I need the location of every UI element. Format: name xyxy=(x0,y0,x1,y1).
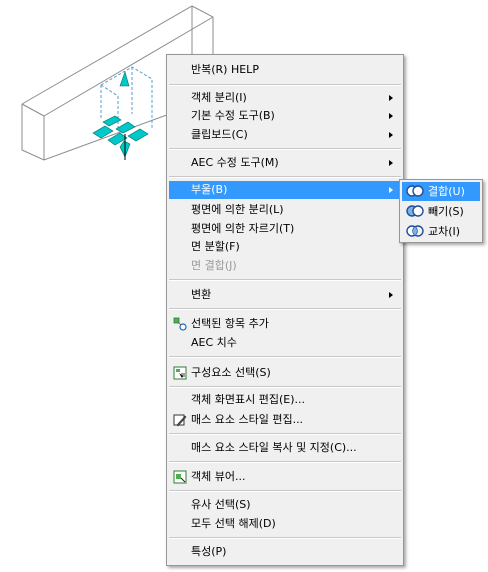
menu-item-deselect-all[interactable]: 모두 선택 해제(D) xyxy=(169,515,401,533)
menu-item-select-component[interactable]: 구성요소 선택(S) xyxy=(169,364,401,382)
submenu-item-intersect[interactable]: 교차(I) xyxy=(402,222,480,241)
menu-item-label: 반복(R) HELP xyxy=(191,63,259,76)
menu-item-edit-object-display[interactable]: 객체 화면표시 편집(E)... xyxy=(169,391,401,409)
menu-item-object-viewer[interactable]: 객체 뷰어... xyxy=(169,468,401,486)
menu-separator xyxy=(169,490,401,492)
submenu-arrow-icon xyxy=(389,187,393,193)
menu-item-join-faces: 면 결합(J) xyxy=(169,257,401,275)
menu-item-aec-dimension[interactable]: AEC 치수 xyxy=(169,334,401,352)
menu-item-boolean[interactable]: 부울(B) xyxy=(169,181,401,199)
menu-item-label: 면 결합(J) xyxy=(191,259,237,272)
menu-item-label: AEC 수정 도구(M) xyxy=(191,156,279,169)
menu-separator xyxy=(169,176,401,178)
object-viewer-icon xyxy=(173,470,187,484)
menu-separator xyxy=(169,461,401,463)
submenu-item-label: 교차(I) xyxy=(428,225,461,238)
submenu-item-union[interactable]: 결합(U) xyxy=(402,182,480,201)
menu-separator xyxy=(169,356,401,358)
menu-separator xyxy=(169,279,401,281)
submenu-arrow-icon xyxy=(389,292,393,298)
menu-item-object-separate[interactable]: 객체 분리(I) xyxy=(169,89,401,107)
menu-item-label: 특성(P) xyxy=(191,545,227,558)
menu-item-label: 평면에 의한 분리(L) xyxy=(191,203,284,216)
submenu-arrow-icon xyxy=(389,160,393,166)
menu-separator xyxy=(169,386,401,388)
menu-separator xyxy=(169,433,401,435)
menu-item-label: 기본 수정 도구(B) xyxy=(191,109,275,122)
menu-item-properties[interactable]: 특성(P) xyxy=(169,543,401,561)
intersect-icon xyxy=(406,225,424,237)
menu-item-aec-modify-tools[interactable]: AEC 수정 도구(M) xyxy=(169,154,401,172)
menu-item-copy-assign-style[interactable]: 매스 요소 스타일 복사 및 지정(C)... xyxy=(169,439,401,457)
menu-item-add-selected[interactable]: 선택된 항목 추가 xyxy=(169,315,401,333)
menu-item-split-face[interactable]: 면 분할(F) xyxy=(169,238,401,256)
menu-item-trim-by-plane[interactable]: 평면에 의한 자르기(T) xyxy=(169,220,401,238)
menu-item-label: 매스 요소 스타일 편집... xyxy=(191,413,304,426)
menu-item-label: AEC 치수 xyxy=(191,336,237,349)
menu-item-basic-modify-tools[interactable]: 기본 수정 도구(B) xyxy=(169,107,401,125)
menu-separator xyxy=(169,537,401,539)
menu-item-label: 객체 분리(I) xyxy=(191,91,247,104)
submenu-arrow-icon xyxy=(389,132,393,138)
submenu-item-label: 결합(U) xyxy=(428,185,465,198)
context-menu: 반복(R) HELP 객체 분리(I) 기본 수정 도구(B) 클립보드(C) … xyxy=(166,54,404,566)
menu-item-convert[interactable]: 변환 xyxy=(169,286,401,304)
menu-item-label: 평면에 의한 자르기(T) xyxy=(191,222,295,235)
submenu-arrow-icon xyxy=(389,95,393,101)
menu-item-label: 유사 선택(S) xyxy=(191,498,251,511)
menu-separator xyxy=(169,148,401,150)
add-selected-icon xyxy=(173,317,187,331)
submenu-item-subtract[interactable]: 빼기(S) xyxy=(402,202,480,221)
union-icon xyxy=(406,185,424,197)
select-component-icon xyxy=(173,366,187,380)
menu-item-label: 모두 선택 해제(D) xyxy=(191,517,276,530)
menu-item-label: 선택된 항목 추가 xyxy=(191,317,269,330)
menu-item-repeat[interactable]: 반복(R) HELP xyxy=(169,61,401,79)
subtract-icon xyxy=(406,205,424,217)
edit-style-icon xyxy=(173,414,187,427)
menu-item-label: 매스 요소 스타일 복사 및 지정(C)... xyxy=(191,441,357,454)
menu-item-label: 변환 xyxy=(191,288,212,301)
menu-item-select-similar[interactable]: 유사 선택(S) xyxy=(169,496,401,514)
boolean-submenu: 결합(U) 빼기(S) 교차(I) xyxy=(399,179,483,243)
menu-item-edit-mass-element-style[interactable]: 매스 요소 스타일 편집... xyxy=(169,411,401,429)
submenu-arrow-icon xyxy=(389,113,393,119)
menu-item-label: 부울(B) xyxy=(191,183,228,196)
menu-item-label: 객체 뷰어... xyxy=(191,470,246,483)
menu-item-label: 구성요소 선택(S) xyxy=(191,366,271,379)
submenu-item-label: 빼기(S) xyxy=(428,205,464,218)
menu-separator xyxy=(169,84,401,86)
menu-separator xyxy=(169,308,401,310)
menu-item-label: 객체 화면표시 편집(E)... xyxy=(191,393,305,406)
menu-item-split-by-plane[interactable]: 평면에 의한 분리(L) xyxy=(169,201,401,219)
menu-item-label: 클립보드(C) xyxy=(191,128,248,141)
menu-item-clipboard[interactable]: 클립보드(C) xyxy=(169,126,401,144)
menu-item-label: 면 분할(F) xyxy=(191,240,240,253)
